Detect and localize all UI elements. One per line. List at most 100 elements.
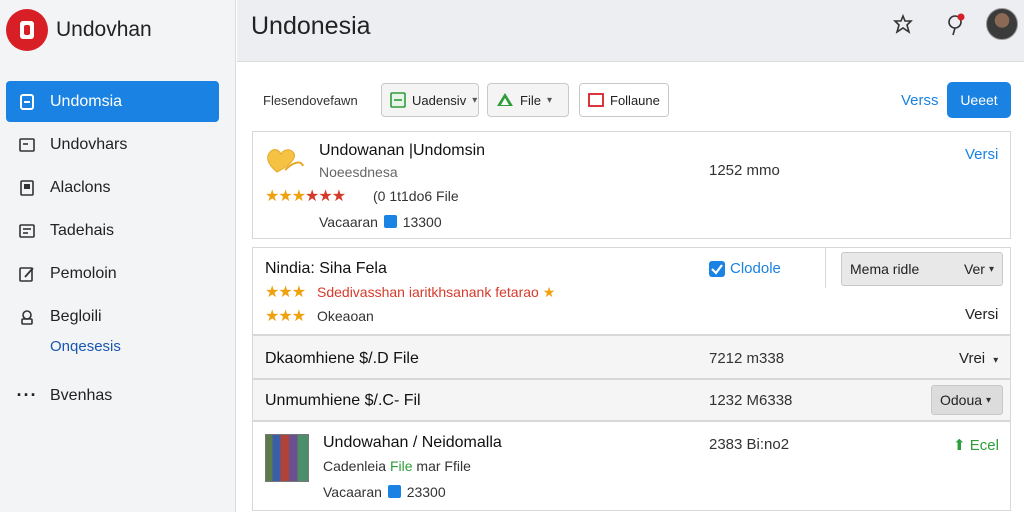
- item-subtitle: Noeesdnesa: [319, 164, 398, 180]
- follow-button-label: Follaune: [610, 92, 660, 108]
- sidebar-item-2[interactable]: Alaclons: [6, 167, 219, 208]
- app-logo-icon: [6, 9, 48, 51]
- action-label: Ecel: [969, 437, 999, 454]
- sidebar-item-label: Undovhars: [50, 135, 128, 153]
- list-item[interactable]: Unmumhiene $/.C- Fil 1232 M6338 Odoua ▾: [252, 379, 1011, 421]
- sidebar-item-label: Alaclons: [50, 178, 111, 196]
- item-action-dropdown[interactable]: Vrei ▾: [959, 350, 998, 367]
- star-icon: ★: [278, 188, 292, 205]
- sidebar-item-label: Begloili: [50, 307, 102, 325]
- item-rating-text: Okeaoan: [317, 308, 374, 324]
- toolbar-label: Flesendovefawn: [263, 93, 358, 108]
- item-title: Undowanan |Undomsin: [319, 142, 486, 159]
- file-dropdown-label: File: [520, 92, 541, 108]
- action-label: Vrei: [959, 350, 986, 367]
- item-checkbox[interactable]: Clodole: [709, 260, 781, 277]
- subtitle-part: Cadenleia: [323, 458, 387, 474]
- star-icon: ★: [265, 308, 279, 325]
- star-icon: ★: [331, 188, 346, 205]
- sidebar-item-3[interactable]: Tadehais: [6, 210, 219, 251]
- app-name: Undovhan: [56, 18, 152, 41]
- list-item[interactable]: Nindia: Siha Fela ★★★ Sdedivasshan iarit…: [252, 247, 1011, 335]
- tag-icon: [387, 485, 401, 498]
- checkbox-checked-icon: [709, 260, 725, 277]
- rating-stars: ★★★: [265, 306, 306, 326]
- square-icon: [588, 93, 604, 107]
- sidebar-item-label: Bvenhas: [50, 386, 113, 404]
- extensions-icon[interactable]: [890, 12, 916, 38]
- chevron-down-icon: ▾: [986, 394, 992, 406]
- document-icon: [18, 93, 36, 111]
- star-icon: ★: [291, 188, 306, 205]
- divider: [825, 248, 826, 288]
- star-icon: ★: [542, 284, 556, 300]
- item-action-link[interactable]: Versi: [965, 306, 998, 323]
- star-icon: ★: [305, 188, 319, 205]
- sidebar-nav: Undomsia Undovhars Alaclons Tadehais Pem…: [6, 81, 219, 418]
- toolbar: Flesendovefawn Uadensiv ▾ File ▾ Follaun…: [237, 64, 1024, 134]
- sidebar-item-label: Pemoloin: [50, 264, 117, 282]
- rating-stars: ★★★★★★: [265, 186, 346, 206]
- chevron-down-icon: ▾: [993, 355, 999, 366]
- edit-icon: [18, 265, 36, 283]
- brand[interactable]: Undovhan: [6, 9, 152, 51]
- sidebar: Undovhan Undomsia Undovhars Alaclons Tad…: [0, 0, 236, 512]
- item-meta: 1252 mmo: [709, 162, 780, 179]
- subtitle-part: File: [389, 458, 413, 474]
- sidebar-item-more[interactable]: ··· Bvenhas: [6, 375, 219, 416]
- folder-icon: [18, 136, 36, 154]
- avatar[interactable]: [986, 8, 1018, 40]
- star-icon: ★: [265, 284, 279, 301]
- star-icon: ★: [291, 308, 306, 325]
- item-title: Nindia: Siha Fela: [265, 260, 387, 277]
- item-meta: 2383 Bi:no2: [709, 436, 790, 453]
- chevron-down-icon: ▾: [472, 94, 478, 106]
- list-item[interactable]: Undowahan / Neidomalla Cadenleia File ma…: [252, 421, 1011, 511]
- item-meta: 1232 M6338: [709, 392, 793, 409]
- item-subtitle-text: Sdedivasshan iaritkhsanank fetarao: [317, 284, 539, 300]
- item-action-link[interactable]: ⬆ Ecel: [953, 436, 999, 454]
- item-title: Undowahan / Neidomalla: [323, 434, 502, 451]
- item-meta: 7212 m338: [709, 350, 785, 367]
- filter-dropdown[interactable]: Uadensiv ▾: [381, 83, 479, 117]
- item-title: Unmumhiene $/.C- Fil: [265, 392, 421, 409]
- notification-pin-icon[interactable]: [943, 12, 969, 38]
- chevron-down-icon: ▾: [988, 263, 994, 275]
- page-icon: [18, 179, 36, 197]
- status-select[interactable]: Odoua ▾: [931, 385, 1003, 415]
- item-price: Vacaaran 23300: [323, 484, 446, 500]
- sheet-icon: [390, 92, 406, 108]
- item-rating-text: (0 1t1do6 File: [373, 188, 459, 204]
- sidebar-item-label: Tadehais: [50, 221, 115, 239]
- star-icon: ★: [265, 188, 279, 205]
- version-select[interactable]: Mema ridle Ver ▾: [841, 252, 1003, 286]
- inbox-icon: [18, 222, 36, 240]
- sidebar-item-0[interactable]: Undomsia: [6, 81, 219, 122]
- file-dropdown[interactable]: File ▾: [487, 83, 569, 117]
- sidebar-sub-item[interactable]: Onqesesis: [6, 331, 219, 361]
- item-price: Vacaaran 13300: [319, 214, 442, 230]
- list-item[interactable]: Undowanan |Undomsin Noeesdnesa ★★★★★★ (0…: [252, 131, 1011, 239]
- checkbox-label: Clodole: [730, 260, 781, 277]
- drive-icon: [496, 92, 514, 108]
- arrow-up-icon: ⬆: [953, 437, 966, 454]
- sidebar-item-4[interactable]: Pemoloin: [6, 253, 219, 294]
- tag-icon: [383, 215, 397, 228]
- item-subtitle: Sdedivasshan iaritkhsanank fetarao ★: [317, 284, 555, 301]
- star-icon: ★: [278, 308, 292, 325]
- star-icon: ★: [318, 188, 332, 205]
- select-value: Ver: [963, 261, 985, 277]
- thumbnail-image: [265, 434, 309, 482]
- more-icon: ···: [16, 385, 38, 405]
- versions-link[interactable]: Verss: [901, 92, 939, 109]
- sidebar-item-label: Undomsia: [50, 92, 123, 110]
- item-action-link[interactable]: Versi: [965, 146, 998, 163]
- heart-icon: [263, 142, 307, 183]
- select-value: Odoua: [940, 392, 983, 408]
- sidebar-item-1[interactable]: Undovhars: [6, 124, 219, 165]
- primary-button[interactable]: Ueeet: [947, 82, 1011, 118]
- item-subtitle: Cadenleia File mar Ffile: [323, 458, 471, 474]
- price-value: 23300: [406, 484, 446, 500]
- follow-button[interactable]: Follaune: [579, 83, 669, 117]
- list-item[interactable]: Dkaomhiene $/.D File 7212 m338 Vrei ▾: [252, 335, 1011, 379]
